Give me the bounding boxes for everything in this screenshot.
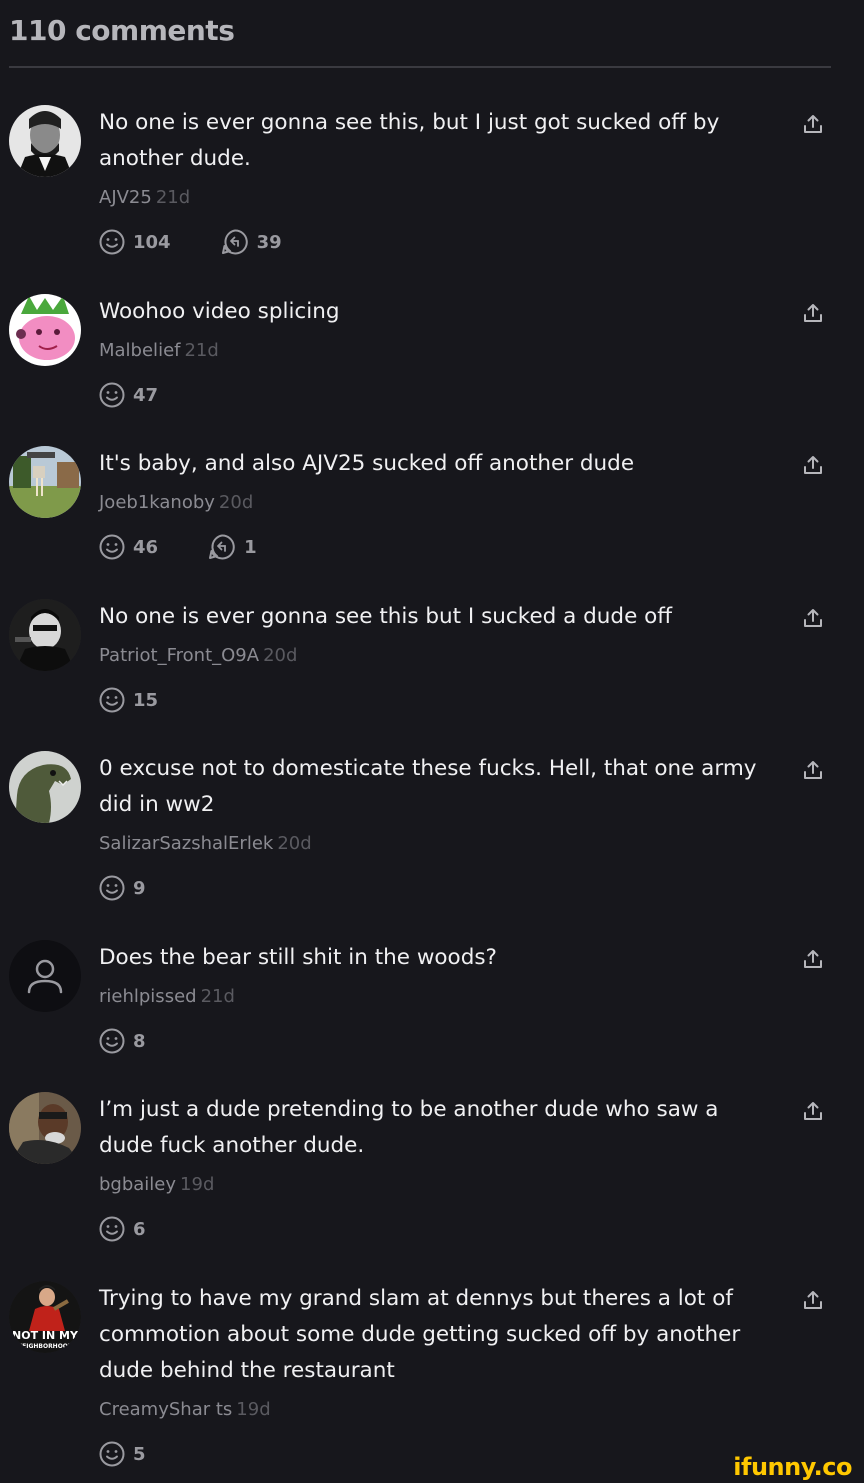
comment-timestamp: 20d (263, 645, 298, 666)
reply-count: 1 (244, 536, 257, 558)
comment-meta: AJV25 21d (99, 186, 190, 210)
comment-meta: CreamyShar ts 19d (99, 1398, 271, 1422)
avatar[interactable] (9, 940, 81, 1012)
smile-icon (99, 229, 125, 255)
avatar-caption-line2: NEIGHBORHOOD (17, 1343, 73, 1350)
smile-button[interactable]: 47 (99, 382, 158, 408)
avatar[interactable] (9, 294, 81, 366)
avatar[interactable] (9, 105, 81, 177)
reply-button[interactable]: 1 (208, 533, 257, 561)
avatar[interactable] (9, 1092, 81, 1164)
smile-icon (99, 1441, 125, 1467)
avatar[interactable] (9, 599, 81, 671)
smile-button[interactable]: 5 (99, 1441, 146, 1467)
username-link[interactable]: riehlpissed (99, 986, 197, 1007)
smile-count: 5 (133, 1443, 146, 1465)
man-photo-icon (9, 1092, 81, 1164)
smile-count: 47 (133, 384, 159, 406)
share-icon[interactable] (802, 607, 824, 629)
comment-text: Woohoo video splicing (99, 299, 340, 324)
username-link[interactable]: AJV25 (99, 187, 152, 208)
username-link[interactable]: CreamyShar ts (99, 1399, 232, 1420)
smile-icon (99, 1216, 125, 1242)
avatar[interactable] (9, 446, 81, 518)
smile-icon (99, 382, 125, 408)
avatar[interactable] (9, 751, 81, 823)
comment-meta: SalizarSazshalErlek 20d (99, 832, 312, 856)
comment-timestamp: 21d (184, 340, 219, 361)
username-link[interactable]: Patriot_Front_O9A (99, 645, 259, 666)
smile-button[interactable]: 9 (99, 875, 146, 901)
smile-count: 46 (133, 536, 159, 558)
share-icon[interactable] (802, 113, 824, 135)
username-link[interactable]: bgbailey (99, 1174, 176, 1195)
smile-count: 104 (133, 231, 171, 253)
comment-timestamp: 20d (218, 492, 254, 513)
not-in-my-neighborhood-icon: NOT IN MY NEIGHBORHOOD (9, 1281, 81, 1353)
share-icon[interactable] (802, 302, 824, 324)
comment-timestamp: 21d (155, 187, 191, 208)
smile-button[interactable]: 104 (99, 229, 171, 255)
smile-button[interactable]: 6 (99, 1216, 146, 1242)
masked-figure-icon (9, 599, 81, 671)
outdoor-scene-icon (9, 446, 81, 518)
smile-icon (99, 687, 125, 713)
comment-actions: 9 (99, 874, 196, 902)
ifunny-watermark: ifunny.co (733, 1453, 852, 1481)
comments-header: 110 comments (9, 14, 235, 47)
comment-text: No one is ever gonna see this, but I jus… (99, 110, 720, 171)
comment-actions: 46 1 (99, 533, 307, 561)
share-icon[interactable] (802, 1289, 824, 1311)
smile-count: 15 (133, 689, 159, 711)
smile-icon (99, 875, 125, 901)
default-user-icon (27, 959, 63, 994)
comment-actions: 104 39 (99, 228, 332, 256)
lincoln-portrait-icon (9, 105, 81, 177)
dinosaur-icon (9, 751, 81, 823)
comment-actions: 6 (99, 1215, 196, 1243)
avatar-caption-line1: NOT IN MY (12, 1329, 79, 1342)
smile-count: 9 (133, 877, 146, 899)
comment-text: No one is ever gonna see this but I suck… (99, 604, 673, 629)
comment-actions: 15 (99, 686, 208, 714)
username-link[interactable]: SalizarSazshalErlek (99, 833, 273, 854)
comment-timestamp: 21d (200, 986, 235, 1007)
comment-text: I’m just a dude pretending to be another… (99, 1097, 719, 1158)
username-link[interactable]: Joeb1kanoby (99, 492, 215, 513)
comment-meta: Patriot_Front_O9A 20d (99, 644, 297, 668)
reply-button[interactable]: 39 (221, 228, 282, 256)
comment-timestamp: 19d (236, 1399, 271, 1420)
comment-actions: 5 (99, 1440, 196, 1468)
smile-count: 8 (133, 1030, 146, 1052)
reply-icon (221, 229, 248, 255)
comment-meta: Malbelief 21d (99, 339, 219, 363)
smile-icon (99, 1028, 125, 1054)
comment-actions: 8 (99, 1027, 196, 1055)
comment-text: Trying to have my grand slam at dennys b… (99, 1286, 741, 1383)
share-icon[interactable] (802, 1100, 824, 1122)
comment-text: 0 excuse not to domesticate these fucks.… (99, 756, 757, 817)
comment-actions: 47 (99, 381, 208, 409)
smile-button[interactable]: 15 (99, 687, 158, 713)
comment-timestamp: 20d (277, 833, 312, 854)
username-link[interactable]: Malbelief (99, 340, 180, 361)
comment-text: Does the bear still shit in the woods? (99, 945, 497, 970)
smile-button[interactable]: 46 (99, 534, 158, 560)
comment-meta: Joeb1kanoby 20d (99, 491, 253, 515)
reply-icon (209, 534, 235, 560)
reply-count: 39 (256, 231, 282, 253)
comment-text: It's baby, and also AJV25 sucked off ano… (99, 451, 635, 476)
smile-button[interactable]: 8 (99, 1028, 146, 1054)
comment-timestamp: 19d (180, 1174, 215, 1195)
share-icon[interactable] (802, 759, 824, 781)
header-divider (9, 66, 831, 68)
share-icon[interactable] (802, 948, 824, 970)
pink-pig-character-icon (9, 294, 81, 366)
share-icon[interactable] (802, 454, 824, 476)
smile-icon (99, 534, 125, 560)
comment-meta: bgbailey 19d (99, 1173, 214, 1197)
smile-count: 6 (133, 1218, 146, 1240)
comment-meta: riehlpissed 21d (99, 985, 235, 1009)
avatar[interactable]: NOT IN MY NEIGHBORHOOD (9, 1281, 81, 1353)
